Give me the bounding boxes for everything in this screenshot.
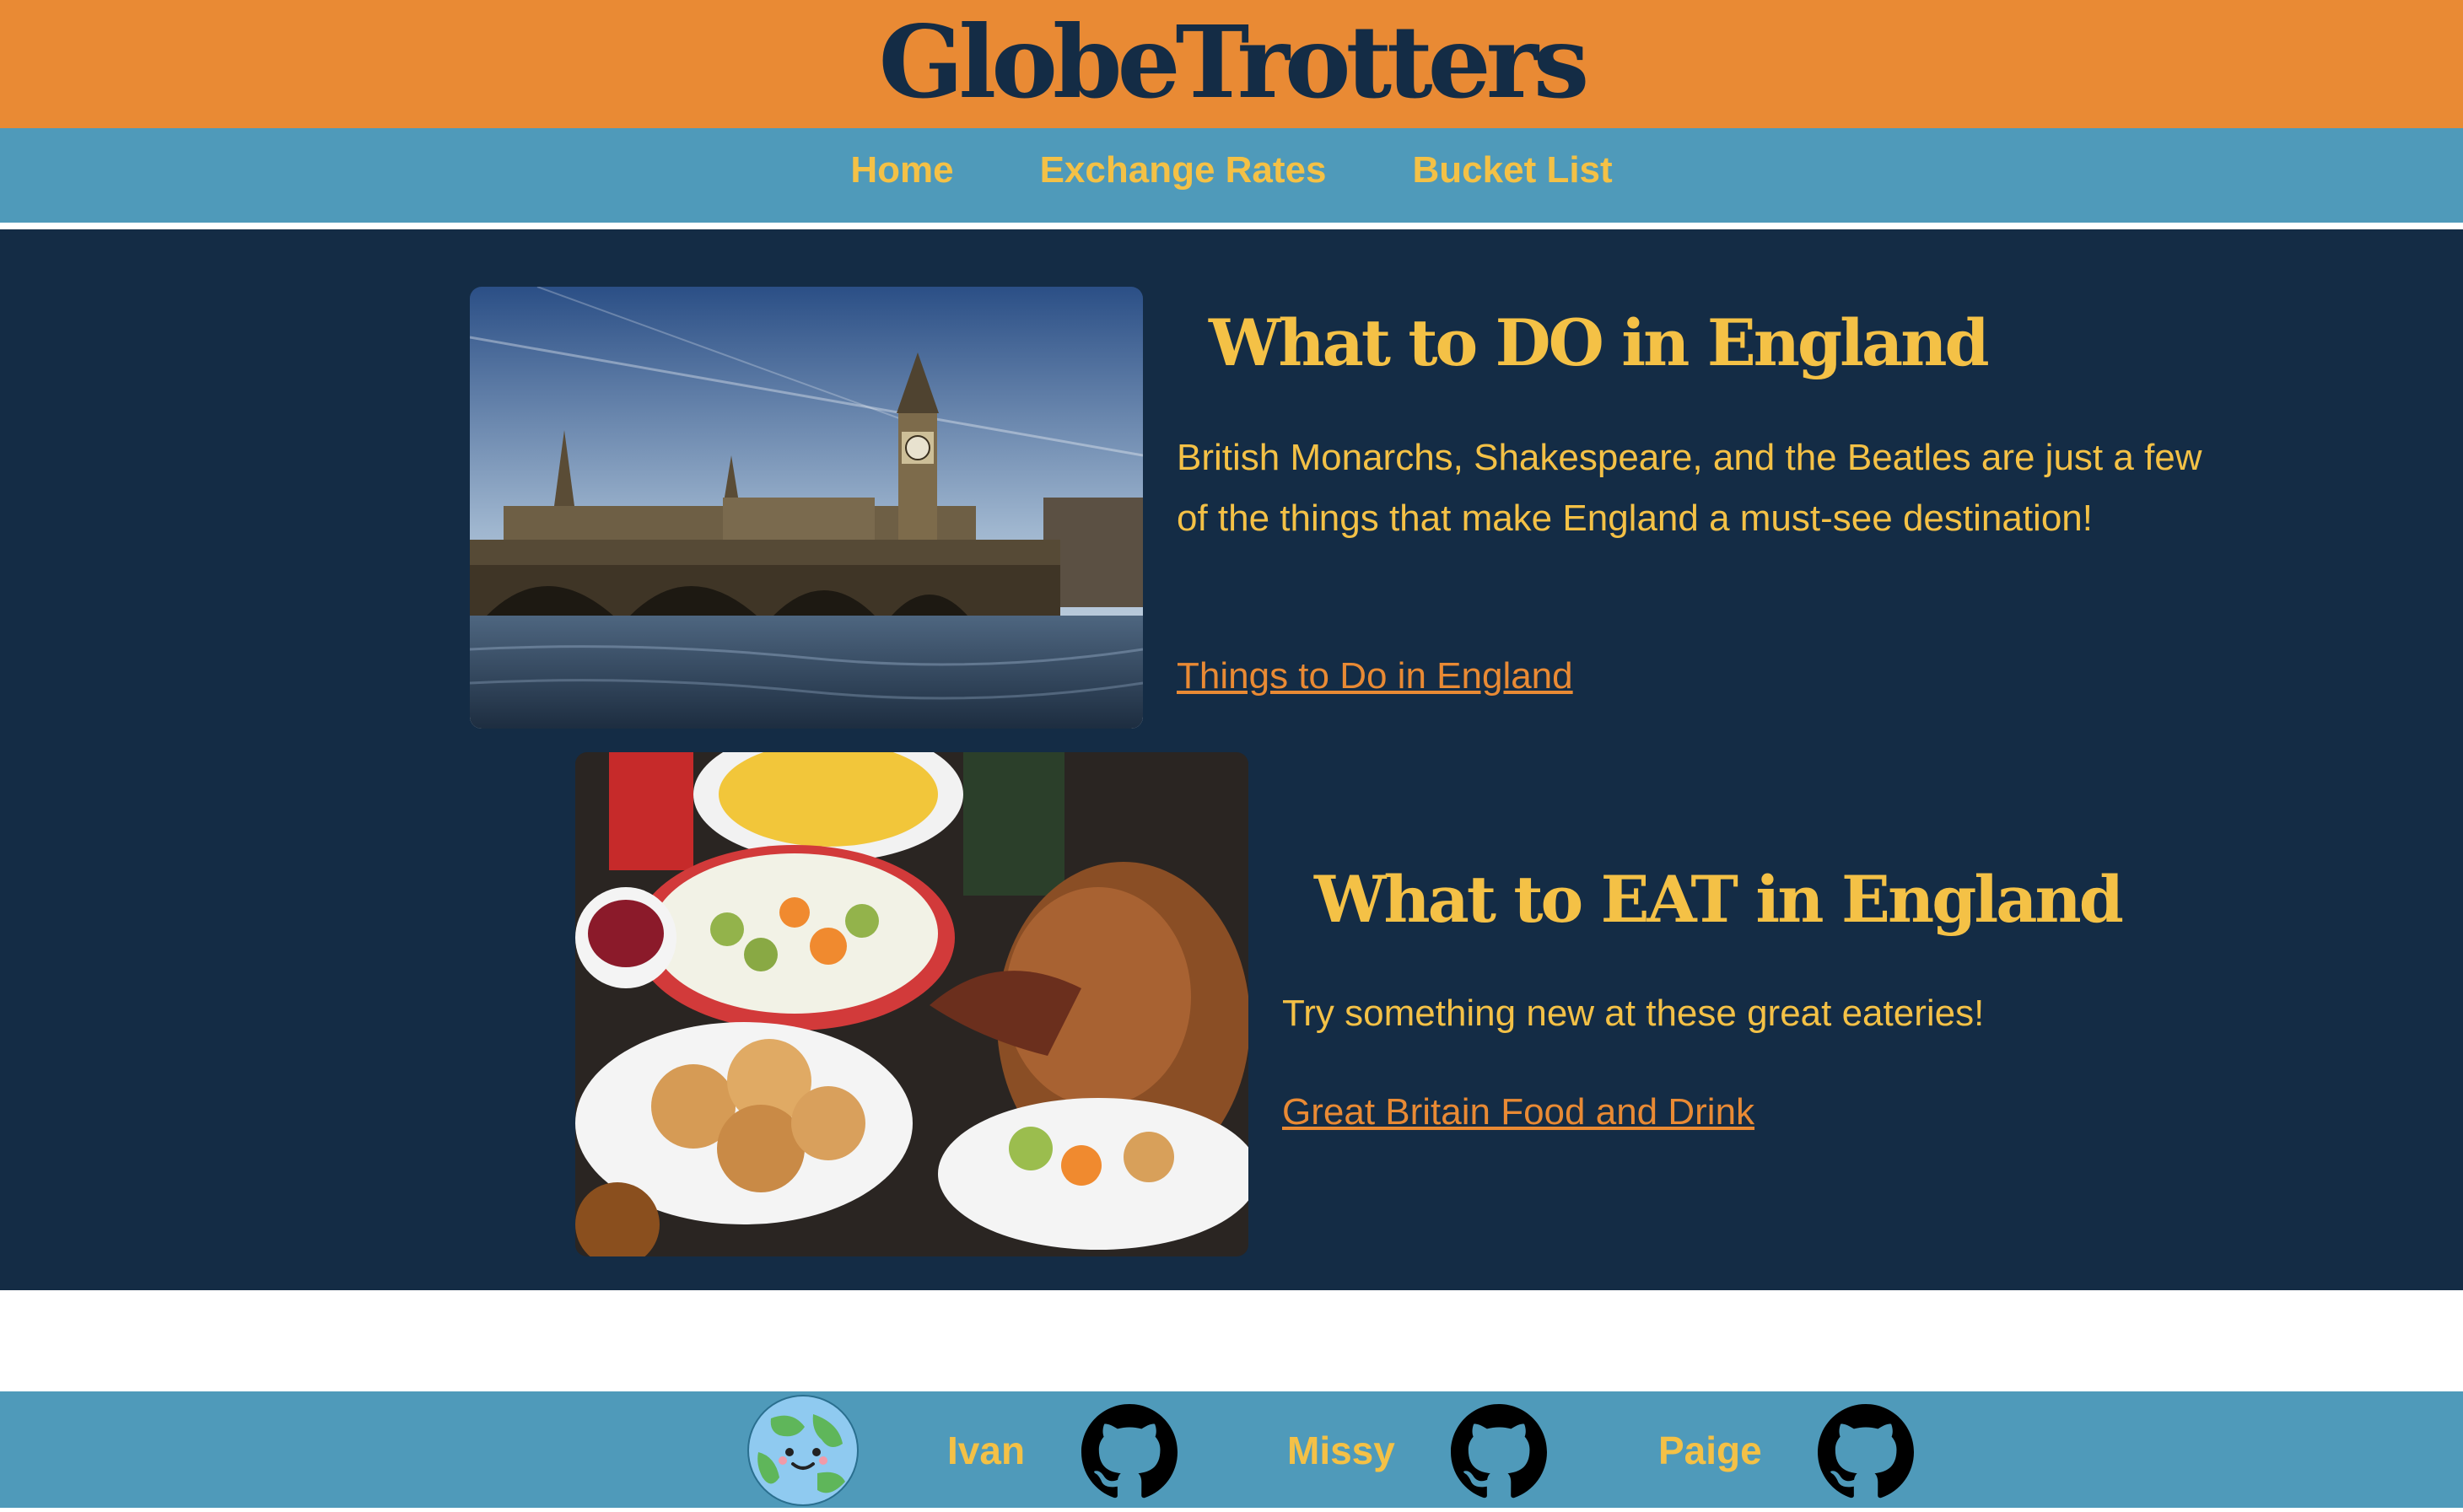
nav-bucket-list-link[interactable]: Bucket List: [1413, 149, 1613, 191]
site-header: GlobeTrotters: [0, 0, 2463, 128]
footer-name-missy: Missy: [1287, 1429, 1395, 1472]
nav-exchange-rates-link[interactable]: Exchange Rates: [1040, 149, 1327, 191]
nav-divider: [0, 223, 2463, 229]
main-content: What to DO in England British Monarchs, …: [0, 229, 2463, 1290]
section-text-eat: Try something new at these great eaterie…: [1282, 993, 1985, 1034]
site-footer: [0, 1391, 2463, 1508]
github-icon[interactable]: [1451, 1404, 1547, 1500]
nav-home-link[interactable]: Home: [850, 149, 953, 191]
github-icon[interactable]: [1081, 1404, 1178, 1500]
section-text-do: British Monarchs, Shakespeare, and the B…: [1177, 437, 2202, 539]
section-title-do: What to DO in England: [1209, 305, 1990, 380]
site-title: GlobeTrotters: [878, 3, 1590, 121]
globe-logo: [746, 1393, 860, 1508]
footer-name-paige: Paige: [1658, 1429, 1762, 1472]
footer-name-ivan: Ivan: [947, 1429, 1026, 1472]
westminster-bridge-photo: [470, 287, 1143, 729]
github-icon[interactable]: [1818, 1404, 1914, 1500]
main-nav: Home Exchange Rates Bucket List: [0, 128, 2463, 223]
great-britain-food-link[interactable]: Great Britain Food and Drink: [1282, 1091, 1754, 1133]
things-to-do-link[interactable]: Things to Do in England: [1177, 655, 1573, 697]
section-title-eat: What to EAT in England: [1314, 862, 2124, 937]
roast-dinner-photo: [575, 752, 1248, 1256]
